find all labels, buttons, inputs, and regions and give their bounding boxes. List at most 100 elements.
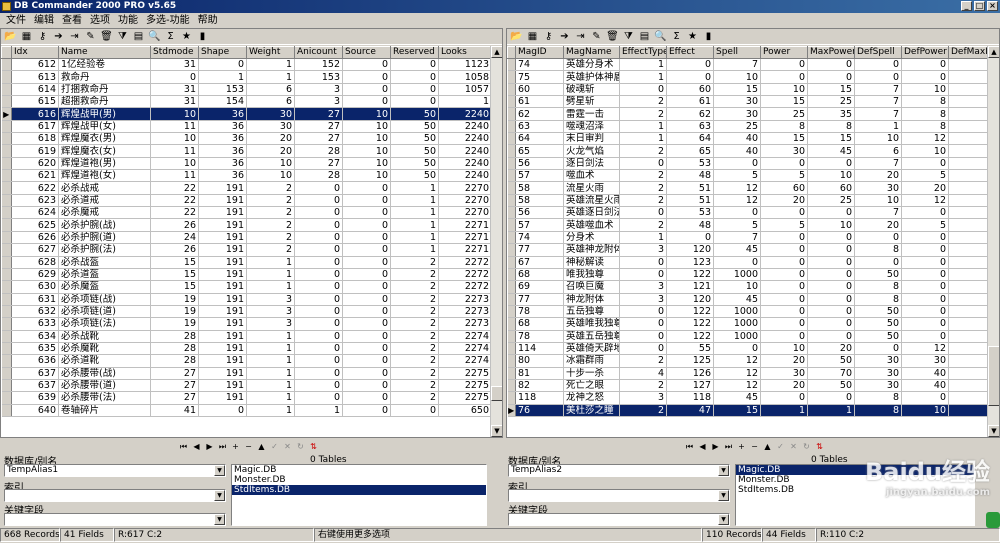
- table-row[interactable]: 634 必杀战靴 28 191 1 0 0 2 2274: [1, 330, 502, 343]
- table-cell[interactable]: 1: [390, 231, 439, 245]
- table-cell[interactable]: 191: [198, 354, 247, 368]
- key-field-combo[interactable]: ▼: [508, 513, 730, 526]
- table-cell[interactable]: 神龙附体: [563, 293, 620, 306]
- column-header[interactable]: DefPower: [901, 46, 949, 59]
- table-row[interactable]: 57 噬血术 2 48 5 5 10 20 5: [507, 169, 990, 183]
- table-cell[interactable]: 625: [11, 218, 59, 232]
- table-cell[interactable]: 10: [713, 280, 761, 294]
- table-cell[interactable]: 必杀战盔: [58, 256, 151, 269]
- table-cell[interactable]: 0: [619, 305, 667, 319]
- table-row[interactable]: 114 英雄倚天辟地 0 55 0 10 20 0 12: [507, 342, 990, 356]
- table-cell[interactable]: 0: [760, 280, 808, 294]
- table-cell[interactable]: 5: [713, 218, 761, 232]
- table-cell[interactable]: 噬魂沼泽: [563, 120, 620, 134]
- table-cell[interactable]: 1000: [713, 330, 761, 343]
- table-cell[interactable]: 650: [438, 404, 492, 417]
- table-cell[interactable]: 2: [390, 379, 439, 393]
- table-cell[interactable]: 20: [807, 342, 855, 356]
- folder-open-button[interactable]: 📂: [3, 30, 18, 44]
- table-cell[interactable]: 0: [342, 194, 391, 208]
- table-cell[interactable]: 80: [515, 354, 564, 368]
- table-cell[interactable]: 15: [760, 132, 808, 146]
- table-cell-empty[interactable]: [948, 293, 990, 306]
- table-cell[interactable]: 0: [760, 231, 808, 245]
- table-cell-empty[interactable]: [948, 58, 990, 72]
- prior-record-icon[interactable]: ◀: [697, 441, 708, 452]
- table-cell[interactable]: 50: [390, 157, 439, 171]
- table-cell[interactable]: 45: [713, 243, 761, 257]
- table-cell[interactable]: 50: [390, 144, 439, 158]
- table-cell[interactable]: 47: [666, 404, 714, 417]
- table-cell[interactable]: 633: [11, 317, 59, 331]
- table-cell[interactable]: 61: [666, 95, 714, 109]
- table-cell[interactable]: 0: [666, 231, 714, 245]
- table-cell[interactable]: 逐日剑法: [563, 157, 620, 171]
- table-row[interactable]: 64 末日审判 1 64 40 15 15 10 12: [507, 132, 990, 146]
- table-cell[interactable]: 必杀道戒: [58, 194, 151, 208]
- table-cell[interactable]: 0: [901, 256, 949, 269]
- table-cell[interactable]: 0: [901, 330, 949, 343]
- right-vertical-scrollbar[interactable]: ▲ ▼: [987, 46, 999, 437]
- table-cell[interactable]: 1: [854, 120, 902, 134]
- table-cell[interactable]: 0: [390, 58, 439, 72]
- table-cell[interactable]: 0: [854, 70, 902, 84]
- delete-button[interactable]: 🗑: [99, 30, 114, 44]
- table-cell[interactable]: 191: [198, 243, 247, 257]
- table-cell[interactable]: 0: [807, 280, 855, 294]
- table-cell[interactable]: 2: [619, 404, 667, 417]
- table-cell[interactable]: 0: [760, 206, 808, 220]
- table-cell[interactable]: 0: [760, 391, 808, 405]
- table-cell[interactable]: 191: [198, 218, 247, 232]
- table-cell[interactable]: 0: [807, 206, 855, 220]
- table-cell[interactable]: 191: [198, 181, 247, 195]
- table-cell[interactable]: 3: [246, 317, 295, 331]
- table-cell[interactable]: 6: [854, 144, 902, 158]
- table-cell[interactable]: 28: [294, 144, 343, 158]
- dropdown-arrow-icon[interactable]: ▼: [718, 465, 729, 476]
- export-button[interactable]: ⇥: [573, 30, 588, 44]
- table-cell[interactable]: 614: [11, 83, 59, 97]
- table-row[interactable]: 77 英雄神龙附体 3 120 45 0 0 8 0: [507, 243, 990, 257]
- table-cell[interactable]: 超捆救命丹: [58, 95, 151, 109]
- table-cell[interactable]: 10: [342, 169, 391, 183]
- insert-record-icon[interactable]: +: [230, 441, 241, 452]
- table-cell[interactable]: 0: [901, 70, 949, 84]
- key-field-combo[interactable]: ▼: [4, 513, 226, 526]
- table-cell[interactable]: 53: [666, 157, 714, 171]
- table-cell[interactable]: 63: [515, 120, 564, 134]
- first-record-icon[interactable]: ⏮: [684, 441, 695, 452]
- table-row[interactable]: 637 必杀腰带(道) 27 191 1 0 0 2 2275: [1, 379, 502, 393]
- table-cell[interactable]: 36: [198, 120, 247, 134]
- table-cell[interactable]: 191: [198, 317, 247, 331]
- table-cell[interactable]: 50: [854, 305, 902, 319]
- table-cell[interactable]: 632: [11, 305, 59, 319]
- table-cell[interactable]: 噬血术: [563, 169, 620, 183]
- table-cell[interactable]: 50: [854, 330, 902, 343]
- table-cell[interactable]: 8: [807, 120, 855, 134]
- alias-combo[interactable]: TempAlias1 ▼: [4, 464, 226, 477]
- table-cell-empty[interactable]: [948, 83, 990, 97]
- table-cell[interactable]: 15: [150, 268, 199, 282]
- table-cell[interactable]: 0: [294, 256, 343, 269]
- table-cell[interactable]: 74: [515, 58, 564, 72]
- table-cell[interactable]: 20: [760, 379, 808, 393]
- table-cell[interactable]: 2240: [438, 144, 492, 158]
- column-header[interactable]: Anicount: [294, 46, 343, 59]
- table-cell[interactable]: 1000: [713, 305, 761, 319]
- table-cell[interactable]: 1: [294, 404, 343, 417]
- table-cell[interactable]: 0: [807, 231, 855, 245]
- table-row[interactable]: 82 死亡之眼 2 127 12 20 50 30 40: [507, 379, 990, 393]
- table-cell[interactable]: 2272: [438, 256, 492, 269]
- table-cell[interactable]: 0: [342, 231, 391, 245]
- table-cell[interactable]: 英雄流星火雨: [563, 194, 620, 208]
- table-cell[interactable]: 8: [854, 391, 902, 405]
- menu-item[interactable]: 帮助: [194, 14, 222, 28]
- grid-button[interactable]: ▤: [637, 30, 652, 44]
- table-cell[interactable]: 0: [342, 268, 391, 282]
- table-cell-empty[interactable]: [948, 157, 990, 171]
- table-cell[interactable]: 36: [198, 144, 247, 158]
- table-row[interactable]: 75 英雄护体神盾 1 0 10 0 0 0 0: [507, 70, 990, 84]
- table-cell[interactable]: 2270: [438, 206, 492, 220]
- table-cell[interactable]: 10: [150, 132, 199, 146]
- table-cell[interactable]: 0: [760, 293, 808, 306]
